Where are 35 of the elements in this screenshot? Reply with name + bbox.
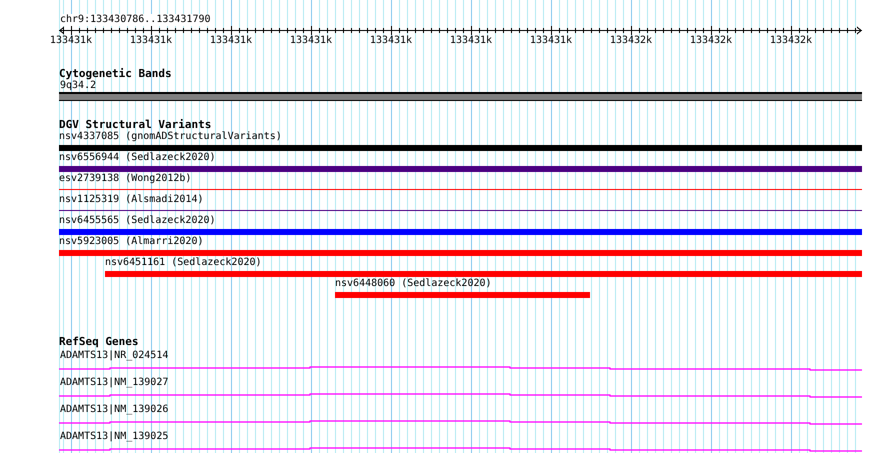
ruler-tick-label: 133431k (448, 35, 494, 47)
ruler-tick-label: 133431k (128, 35, 174, 47)
variant-label: nsv4337085 (gnomADStructuralVariants) (59, 131, 282, 143)
variant-label: nsv6448060 (Sedlazeck2020) (335, 278, 492, 290)
ruler-tick-label: 133432k (688, 35, 734, 47)
variant-label: nsv6451161 (Sedlazeck2020) (105, 257, 262, 269)
track-title: RefSeq Genes (59, 335, 138, 348)
variant-label: nsv6556944 (Sedlazeck2020) (59, 152, 216, 164)
ruler-tick-label: 133431k (528, 35, 574, 47)
variant-bar[interactable] (59, 144, 862, 150)
variant-bar[interactable] (59, 166, 862, 172)
ruler-tick-label: 133432k (768, 35, 814, 47)
track-title: DGV Structural Variants (59, 118, 212, 131)
band-label: 9q34.2 (60, 80, 96, 92)
transcript-label: ADAMTS13|NM_139027 (60, 377, 168, 389)
transcript-line[interactable] (59, 393, 862, 399)
ruler-tick-label: 133431k (288, 35, 334, 47)
ruler-tick-label: 133431k (368, 35, 414, 47)
transcript-label: ADAMTS13|NR_024514 (60, 350, 168, 362)
cytoband-bar[interactable] (59, 92, 862, 101)
ruler-tick-label: 133431k (208, 35, 254, 47)
transcript-line[interactable] (59, 447, 862, 453)
location-label: chr9:133430786..133431790 (60, 14, 211, 26)
track-title: Cytogenetic Bands (59, 67, 172, 80)
variant-bar[interactable] (59, 228, 862, 234)
variant-label: nsv6455565 (Sedlazeck2020) (59, 215, 216, 227)
variant-label: nsv5923005 (Almarri2020) (59, 236, 204, 248)
transcript-line[interactable] (59, 366, 862, 372)
variant-label: nsv1125319 (Alsmadi2014) (59, 194, 204, 206)
variant-label: esv2739138 (Wong2012b) (59, 173, 192, 185)
ruler-tick-label: 133431k (48, 35, 94, 47)
transcript-line[interactable] (59, 420, 862, 426)
transcript-label: ADAMTS13|NM_139025 (60, 431, 168, 443)
transcript-label: ADAMTS13|NM_139026 (60, 404, 168, 416)
ruler-tick-label: 133432k (608, 35, 654, 47)
